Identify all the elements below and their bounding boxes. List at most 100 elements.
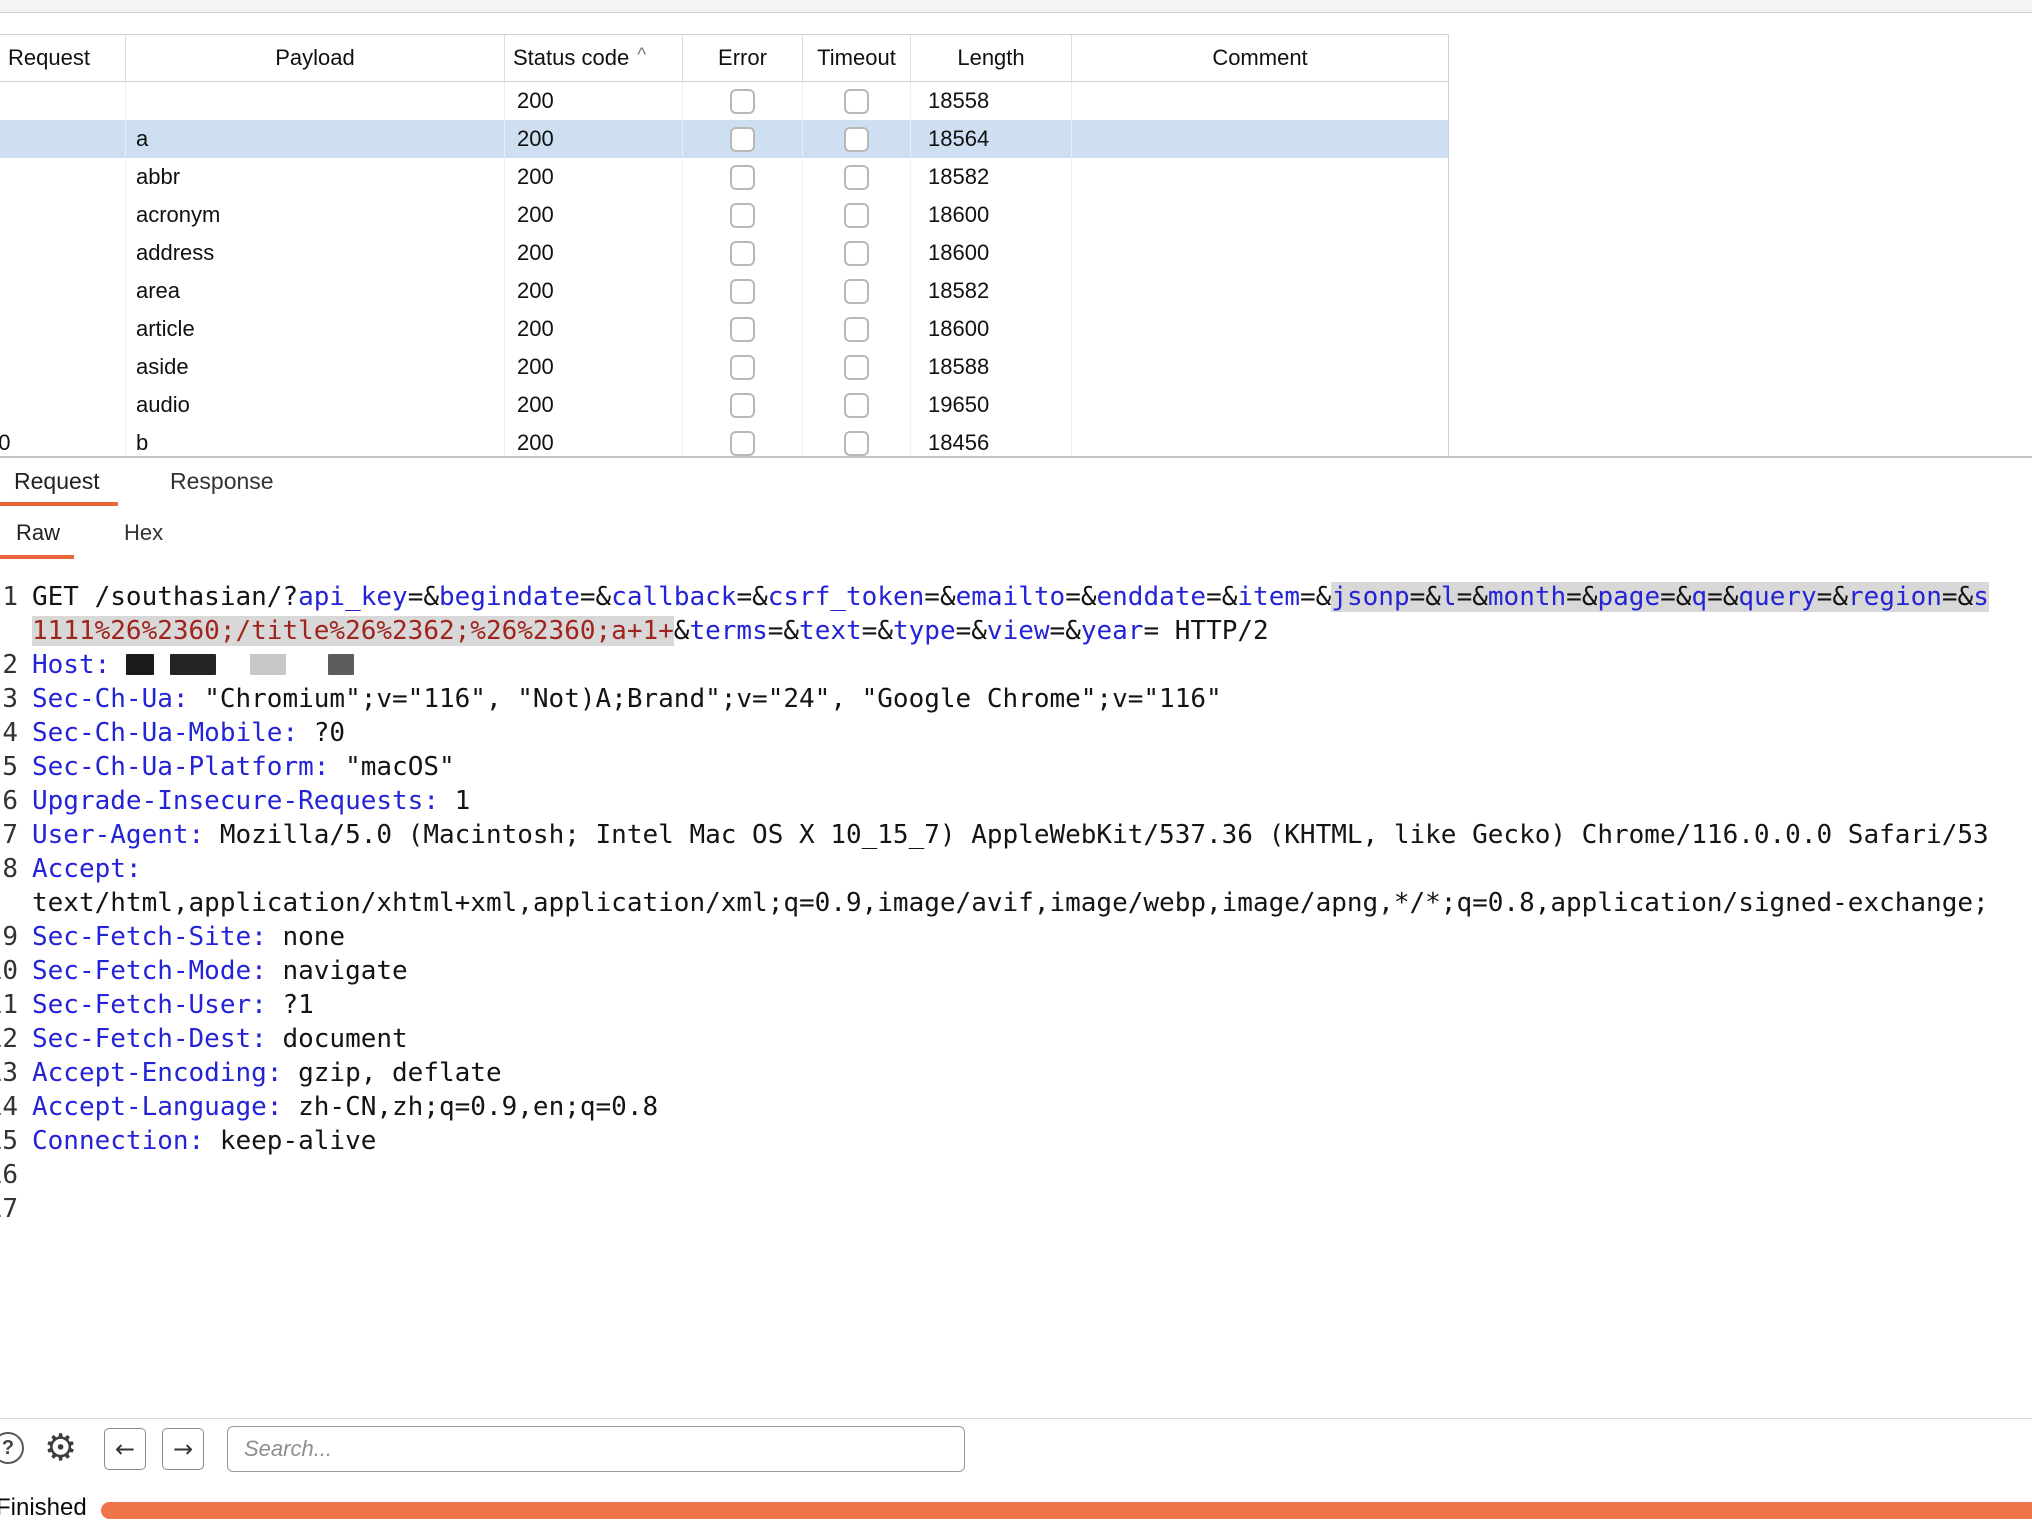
syntax-segment: none	[282, 922, 345, 952]
progress-bar	[101, 1502, 2032, 1519]
error-checkbox[interactable]	[730, 431, 755, 456]
comment-cell	[1072, 120, 1448, 158]
syntax-segment: s	[1973, 582, 1989, 612]
column-header-payload[interactable]: Payload	[126, 35, 505, 81]
line-number: 10	[0, 954, 18, 988]
syntax-segment: csrf_token	[768, 582, 925, 612]
results-table-body: 1 200 18558 2 a 200 18564 3 abbr 200 185…	[0, 82, 1448, 457]
result-row[interactable]: 3 abbr 200 18582	[0, 158, 1448, 196]
syntax-segment: month	[1488, 582, 1566, 612]
editor-line: 5Sec-Ch-Ua-Platform: "macOS"	[0, 750, 2032, 784]
right-arrow-icon: →	[173, 1435, 193, 1463]
column-label: Payload	[275, 45, 355, 71]
result-row[interactable]: 4 acronym 200 18600	[0, 196, 1448, 234]
tab-response[interactable]: Response	[170, 458, 274, 504]
timeout-checkbox[interactable]	[844, 431, 869, 456]
syntax-segment: =&	[1660, 582, 1691, 612]
column-label: Timeout	[817, 45, 896, 71]
help-icon[interactable]: ?	[0, 1432, 24, 1464]
result-row[interactable]: 9 audio 200 19650	[0, 386, 1448, 424]
syntax-segment: =&	[1410, 582, 1441, 612]
active-tab-indicator	[0, 502, 118, 506]
tab-request[interactable]: Request	[14, 458, 100, 504]
syntax-segment: query	[1738, 582, 1816, 612]
subtab-hex[interactable]: Hex	[124, 509, 163, 557]
syntax-segment: view	[987, 616, 1050, 646]
syntax-segment: Sec-Fetch-User:	[32, 990, 282, 1020]
column-header-error[interactable]: Error	[683, 35, 803, 81]
length-cell: 18558	[911, 82, 1072, 120]
line-number: 9	[0, 920, 18, 954]
comment-cell	[1072, 424, 1448, 457]
result-row[interactable]: 2 a 200 18564	[0, 120, 1448, 158]
comment-cell	[1072, 348, 1448, 386]
syntax-segment: callback	[611, 582, 736, 612]
syntax-segment: Sec-Fetch-Dest:	[32, 1024, 282, 1054]
error-checkbox[interactable]	[730, 279, 755, 304]
syntax-segment: =&	[1457, 582, 1488, 612]
result-row[interactable]: 5 address 200 18600	[0, 234, 1448, 272]
request-editor[interactable]: 1GET /southasian/?api_key=&begindate=&ca…	[0, 572, 2032, 1426]
column-header-request[interactable]: Request	[0, 35, 126, 81]
subtab-raw[interactable]: Raw	[16, 509, 60, 557]
comment-cell	[1072, 310, 1448, 348]
search-input[interactable]	[227, 1426, 965, 1472]
syntax-segment: =&	[1065, 582, 1096, 612]
timeout-checkbox[interactable]	[844, 127, 869, 152]
line-number	[0, 886, 18, 920]
timeout-checkbox[interactable]	[844, 279, 869, 304]
result-row[interactable]: 8 aside 200 18588	[0, 348, 1448, 386]
payload-cell: audio	[126, 386, 505, 424]
timeout-checkbox[interactable]	[844, 393, 869, 418]
payload-cell: article	[126, 310, 505, 348]
syntax-segment: Accept-Language:	[32, 1092, 298, 1122]
length-cell: 18600	[911, 310, 1072, 348]
column-header-length[interactable]: Length	[911, 35, 1072, 81]
timeout-checkbox[interactable]	[844, 89, 869, 114]
line-number: 14	[0, 1090, 18, 1124]
sort-ascending-icon: ^	[637, 45, 646, 67]
timeout-checkbox[interactable]	[844, 317, 869, 342]
column-header-status-code[interactable]: Status code^	[505, 35, 683, 81]
syntax-segment: GET /southasian/?	[32, 582, 298, 612]
syntax-segment: gzip, deflate	[298, 1058, 502, 1088]
column-header-timeout[interactable]: Timeout	[803, 35, 911, 81]
syntax-segment: =&	[1206, 582, 1237, 612]
attack-results-table: Request Payload Status code^ Error Timeo…	[0, 34, 1449, 457]
error-checkbox[interactable]	[730, 241, 755, 266]
comment-cell	[1072, 158, 1448, 196]
result-row[interactable]: 1 200 18558	[0, 82, 1448, 120]
syntax-segment: User-Agent:	[32, 820, 220, 850]
timeout-checkbox[interactable]	[844, 241, 869, 266]
syntax-segment: emailto	[956, 582, 1066, 612]
error-checkbox[interactable]	[730, 317, 755, 342]
column-header-comment[interactable]: Comment	[1072, 35, 1448, 81]
error-checkbox[interactable]	[730, 89, 755, 114]
timeout-checkbox[interactable]	[844, 203, 869, 228]
error-checkbox[interactable]	[730, 203, 755, 228]
syntax-segment: =&	[1707, 582, 1738, 612]
editor-line: 4Sec-Ch-Ua-Mobile: ?0	[0, 716, 2032, 750]
timeout-checkbox[interactable]	[844, 355, 869, 380]
search-previous-button[interactable]: ←	[104, 1428, 146, 1470]
result-row[interactable]: 7 article 200 18600	[0, 310, 1448, 348]
settings-gear-icon[interactable]: ⚙	[44, 1423, 77, 1473]
search-next-button[interactable]: →	[162, 1428, 204, 1470]
status-code-cell: 200	[505, 234, 683, 272]
error-checkbox[interactable]	[730, 127, 755, 152]
syntax-segment: =&	[1566, 582, 1597, 612]
syntax-segment: =&	[1817, 582, 1848, 612]
line-number: 1	[0, 580, 18, 614]
error-checkbox[interactable]	[730, 165, 755, 190]
syntax-segment: Sec-Fetch-Mode:	[32, 956, 282, 986]
error-checkbox[interactable]	[730, 393, 755, 418]
payload-cell: acronym	[126, 196, 505, 234]
line-number: 17	[0, 1192, 18, 1226]
syntax-segment: region	[1848, 582, 1942, 612]
timeout-checkbox[interactable]	[844, 165, 869, 190]
result-row[interactable]: 10 b 200 18456	[0, 424, 1448, 457]
error-checkbox[interactable]	[730, 355, 755, 380]
editor-line: 13Accept-Encoding: gzip, deflate	[0, 1056, 2032, 1090]
length-cell: 18588	[911, 348, 1072, 386]
result-row[interactable]: 6 area 200 18582	[0, 272, 1448, 310]
